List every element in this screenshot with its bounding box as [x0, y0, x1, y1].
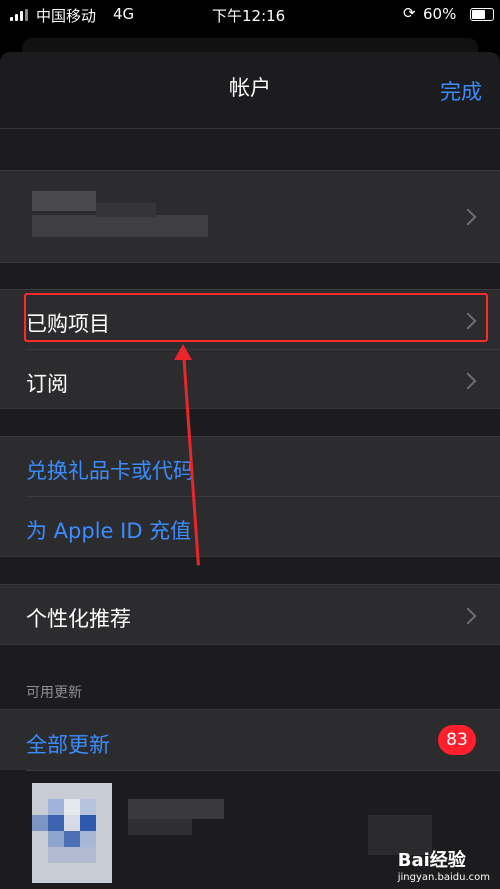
add-funds-label: 为 Apple ID 充值: [26, 519, 192, 543]
chevron-right-icon: [459, 372, 477, 390]
redeem-gift-card-label: 兑换礼品卡或代码: [26, 459, 194, 483]
page-title: 帐户: [229, 76, 271, 100]
menu-group-funds: 兑换礼品卡或代码 为 Apple ID 充值: [0, 437, 500, 556]
account-row[interactable]: [0, 171, 500, 262]
watermark: Bai经验 jingyan.baidu.com: [398, 846, 490, 883]
divider: [0, 408, 500, 409]
subscriptions-label: 订阅: [26, 372, 68, 396]
add-funds-row[interactable]: 为 Apple ID 充值: [0, 497, 500, 556]
battery-percent: 60%: [423, 5, 457, 23]
redeem-gift-card-row[interactable]: 兑换礼品卡或代码: [0, 437, 500, 496]
carrier-label: 中国移动: [36, 7, 97, 25]
watermark-brand: Bai经验: [397, 850, 466, 871]
update-all-button[interactable]: 全部更新: [26, 729, 110, 759]
personalized-recommendations-label: 个性化推荐: [26, 607, 131, 631]
subscriptions-row[interactable]: 订阅: [0, 350, 500, 408]
highlight-box: [24, 293, 488, 342]
nav-divider: [0, 128, 500, 129]
divider: [0, 556, 500, 557]
updates-count-badge: 83: [438, 725, 476, 755]
divider: [0, 262, 500, 263]
divider: [0, 644, 500, 645]
done-button[interactable]: 完成: [440, 76, 482, 106]
signal-icon: [10, 9, 32, 21]
watermark-site: jingyan.baidu.com: [397, 872, 490, 883]
status-bar: 中国移动 4G 下午12:16 ⟳ 60%: [0, 0, 500, 30]
section-header-updates: 可用更新: [26, 685, 82, 701]
chevron-right-icon: [459, 208, 477, 226]
update-all-row[interactable]: 全部更新: [0, 710, 500, 770]
chevron-right-icon: [459, 607, 477, 625]
battery-icon: [470, 8, 494, 21]
orientation-lock-icon: ⟳: [403, 4, 416, 22]
personalized-recommendations-row[interactable]: 个性化推荐: [0, 585, 500, 644]
network-label: 4G: [113, 5, 135, 23]
clock: 下午12:16: [212, 7, 286, 25]
